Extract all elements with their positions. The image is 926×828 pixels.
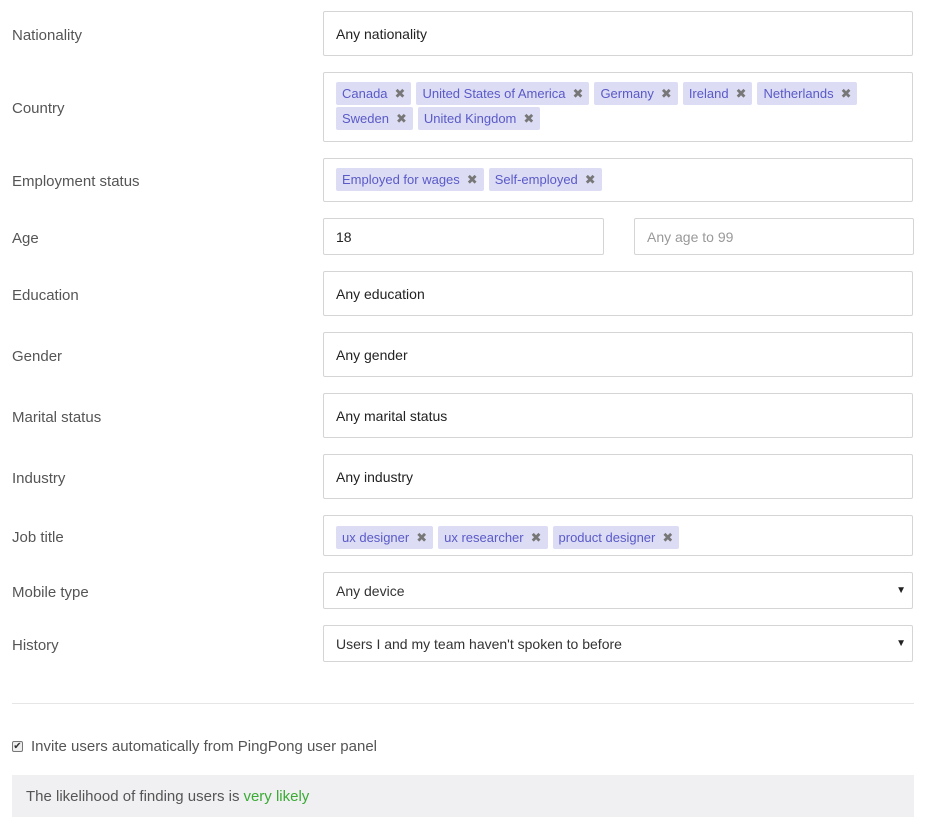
employment-field[interactable]: Employed for wages ✖ Self-employed ✖ xyxy=(323,158,913,202)
tag-label: Netherlands xyxy=(763,86,834,101)
industry-label: Industry xyxy=(12,470,66,487)
gender-label: Gender xyxy=(12,348,63,365)
tag-label: Self-employed xyxy=(494,172,578,187)
country-tag: Germany ✖ xyxy=(594,82,678,105)
section-divider xyxy=(12,703,914,704)
history-value: Users I and my team haven't spoken to be… xyxy=(336,635,622,652)
remove-tag-icon[interactable]: ✖ xyxy=(661,86,672,102)
industry-field[interactable]: Any industry xyxy=(323,454,913,499)
tag-label: United Kingdom xyxy=(423,111,517,126)
country-tag: United Kingdom ✖ xyxy=(417,107,541,130)
remove-tag-icon[interactable]: ✖ xyxy=(585,172,596,188)
tag-label: Employed for wages xyxy=(342,172,460,187)
job-title-tag: ux designer ✖ xyxy=(336,526,434,549)
remove-tag-icon[interactable]: ✖ xyxy=(396,111,407,127)
caret-down-icon: ▼ xyxy=(896,638,906,649)
mobile-type-value: Any device xyxy=(336,582,405,599)
remove-tag-icon[interactable]: ✖ xyxy=(531,530,542,546)
tag-label: Ireland xyxy=(688,86,729,101)
country-tag: United States of America ✖ xyxy=(416,82,590,105)
invite-checkbox[interactable]: ✔ xyxy=(12,741,23,752)
employment-label: Employment status xyxy=(12,173,140,190)
mobile-type-select[interactable]: Any device ▼ xyxy=(323,572,913,609)
invite-label: Invite users automatically from PingPong… xyxy=(31,738,378,755)
gender-field[interactable]: Any gender xyxy=(323,332,913,377)
job-title-tag: ux researcher ✖ xyxy=(438,526,548,549)
tag-label: ux designer xyxy=(342,530,410,545)
remove-tag-icon[interactable]: ✖ xyxy=(416,530,427,546)
history-label: History xyxy=(12,637,59,654)
tag-label: ux researcher xyxy=(444,530,524,545)
invite-option[interactable]: ✔ Invite users automatically from PingPo… xyxy=(12,738,377,755)
job-title-tag: product designer ✖ xyxy=(552,526,680,549)
tag-label: Sweden xyxy=(342,111,389,126)
country-tag: Netherlands ✖ xyxy=(757,82,858,105)
job-title-field[interactable]: ux designer ✖ ux researcher ✖ product desi… xyxy=(323,515,913,556)
job-title-label: Job title xyxy=(12,529,64,546)
caret-down-icon: ▼ xyxy=(896,585,906,596)
tag-label: product designer xyxy=(558,530,656,545)
age-max-field[interactable]: Any age to 99 xyxy=(634,218,914,255)
marital-label: Marital status xyxy=(12,409,102,426)
country-label: Country xyxy=(12,100,65,117)
country-tag: Sweden ✖ xyxy=(336,107,413,130)
likelihood-prefix: The likelihood of finding users is xyxy=(26,787,240,805)
country-tag: Canada ✖ xyxy=(336,82,412,105)
age-min-field[interactable]: 18 xyxy=(323,218,604,255)
remove-tag-icon[interactable]: ✖ xyxy=(395,86,406,102)
likelihood-value: very likely xyxy=(243,787,310,805)
remove-tag-icon[interactable]: ✖ xyxy=(467,172,478,188)
employment-tag: Employed for wages ✖ xyxy=(336,168,484,191)
remove-tag-icon[interactable]: ✖ xyxy=(662,530,673,546)
tag-label: United States of America xyxy=(422,86,566,101)
history-select[interactable]: Users I and my team haven't spoken to be… xyxy=(323,625,913,662)
country-tag: Ireland ✖ xyxy=(682,82,753,105)
likelihood-notice: The likelihood of finding users is very … xyxy=(12,775,914,817)
education-field[interactable]: Any education xyxy=(323,271,913,316)
remove-tag-icon[interactable]: ✖ xyxy=(573,86,584,102)
country-field[interactable]: Canada ✖ United States of America ✖ German… xyxy=(323,72,913,142)
tag-label: Germany xyxy=(600,86,654,101)
age-label: Age xyxy=(12,230,39,247)
tag-label: Canada xyxy=(342,86,388,101)
nationality-field[interactable]: Any nationality xyxy=(323,11,913,56)
remove-tag-icon[interactable]: ✖ xyxy=(736,86,747,102)
nationality-label: Nationality xyxy=(12,27,83,44)
remove-tag-icon[interactable]: ✖ xyxy=(841,86,852,102)
remove-tag-icon[interactable]: ✖ xyxy=(523,111,534,127)
mobile-type-label: Mobile type xyxy=(12,584,89,601)
marital-field[interactable]: Any marital status xyxy=(323,393,913,438)
employment-tag: Self-employed ✖ xyxy=(488,168,602,191)
education-label: Education xyxy=(12,287,79,304)
